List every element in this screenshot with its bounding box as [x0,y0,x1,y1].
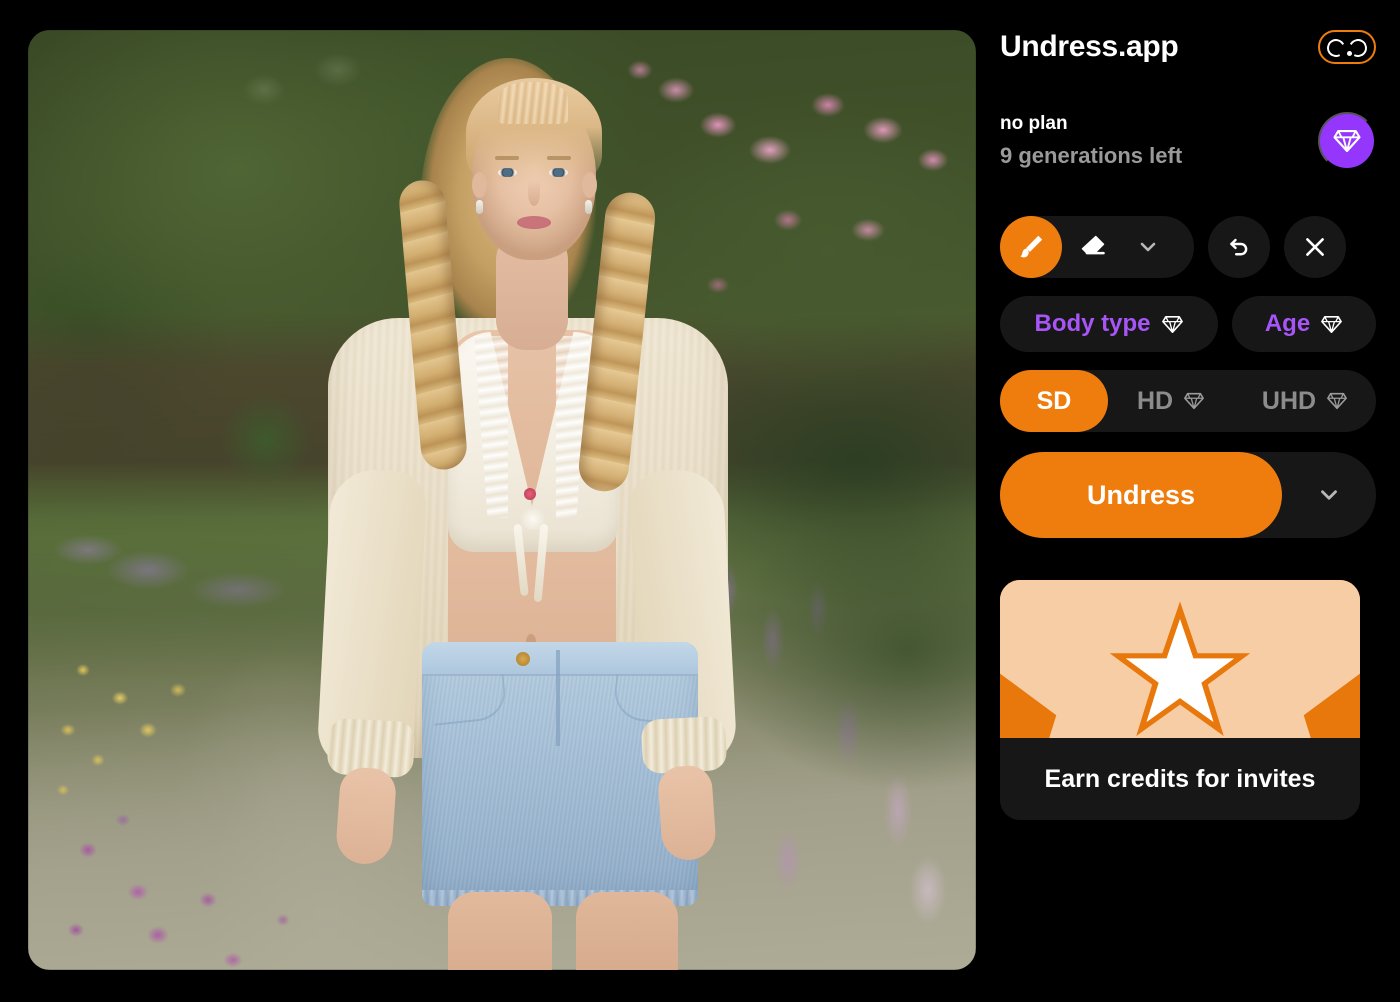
leg-right [576,892,678,970]
undress-logo-icon[interactable] [1318,30,1376,64]
page-title: Undress.app [1000,30,1179,63]
photo-subject [28,30,976,970]
quality-option-sd[interactable]: SD [1000,370,1108,432]
age-label: Age [1264,310,1311,337]
waistband [422,642,698,676]
eyebrow-left [495,156,519,160]
quality-selector: SD HD UHD [1000,370,1376,432]
eye-left [498,168,517,177]
mouth [517,216,551,229]
brush-size-dropdown[interactable] [1124,216,1172,278]
logo-left-curve [1324,36,1348,60]
leg-left [448,892,552,970]
earring-right [585,200,592,214]
ear-left [472,172,487,198]
undo-button[interactable] [1208,216,1270,278]
diamond-icon [1333,129,1361,153]
hand-right [656,764,718,862]
top-gem [524,488,536,500]
chevron-down-icon [1321,490,1337,500]
undress-app-window: Undress.app no plan 9 generations left B… [0,0,1400,1002]
diamond-icon [1321,315,1343,333]
diamond-icon [1184,392,1204,410]
plan-info: no plan 9 generations left [1000,113,1182,169]
eye-right [549,168,568,177]
image-canvas[interactable] [28,30,976,970]
starburst-icon [1000,580,1360,738]
account-summary: no plan 9 generations left [1000,112,1376,170]
drawing-toolbar [1000,216,1376,278]
body-type-label: Body type [1034,310,1151,337]
quality-option-uhd[interactable]: UHD [1234,370,1376,432]
brush-tool-button[interactable] [1000,216,1062,278]
denim-button [516,652,530,666]
hand-left [334,766,398,866]
earn-credits-card[interactable]: Earn credits for invites [1000,580,1360,820]
close-button[interactable] [1284,216,1346,278]
diamond-icon [1161,315,1183,333]
attribute-row: Body type Age [1000,296,1376,352]
eraser-tool-button[interactable] [1062,216,1124,278]
undo-arrow-icon [1230,238,1248,256]
undress-options-dropdown[interactable] [1282,452,1376,538]
plan-name: no plan [1000,113,1068,134]
nose [528,180,540,206]
quality-option-hd[interactable]: HD [1108,370,1234,432]
brush-icon [1020,235,1043,258]
upgrade-button[interactable] [1318,112,1376,170]
chevron-down-icon [1140,242,1156,252]
brush-eraser-group [1000,216,1194,278]
fly-seam [556,650,560,746]
age-button[interactable]: Age [1232,296,1376,352]
earn-credits-label: Earn credits for invites [1044,764,1316,793]
undress-button[interactable]: Undress [1000,452,1282,538]
generations-left: 9 generations left [1000,143,1183,168]
diamond-icon [1327,392,1348,410]
body-type-button[interactable]: Body type [1000,296,1218,352]
ear-right [582,172,597,198]
control-panel: Undress.app no plan 9 generations left B… [1000,30,1376,970]
earring-left [476,200,483,214]
close-x-icon [1306,238,1324,256]
quality-hd-label: HD [1136,386,1174,415]
quality-uhd-label: UHD [1261,386,1317,415]
eyebrow-right [547,156,571,160]
undress-action-row: Undress [1000,452,1376,538]
hair-part [498,82,568,124]
panel-header: Undress.app [1000,30,1376,64]
quality-sd-label: SD [1036,386,1072,415]
eraser-icon [1081,235,1105,255]
